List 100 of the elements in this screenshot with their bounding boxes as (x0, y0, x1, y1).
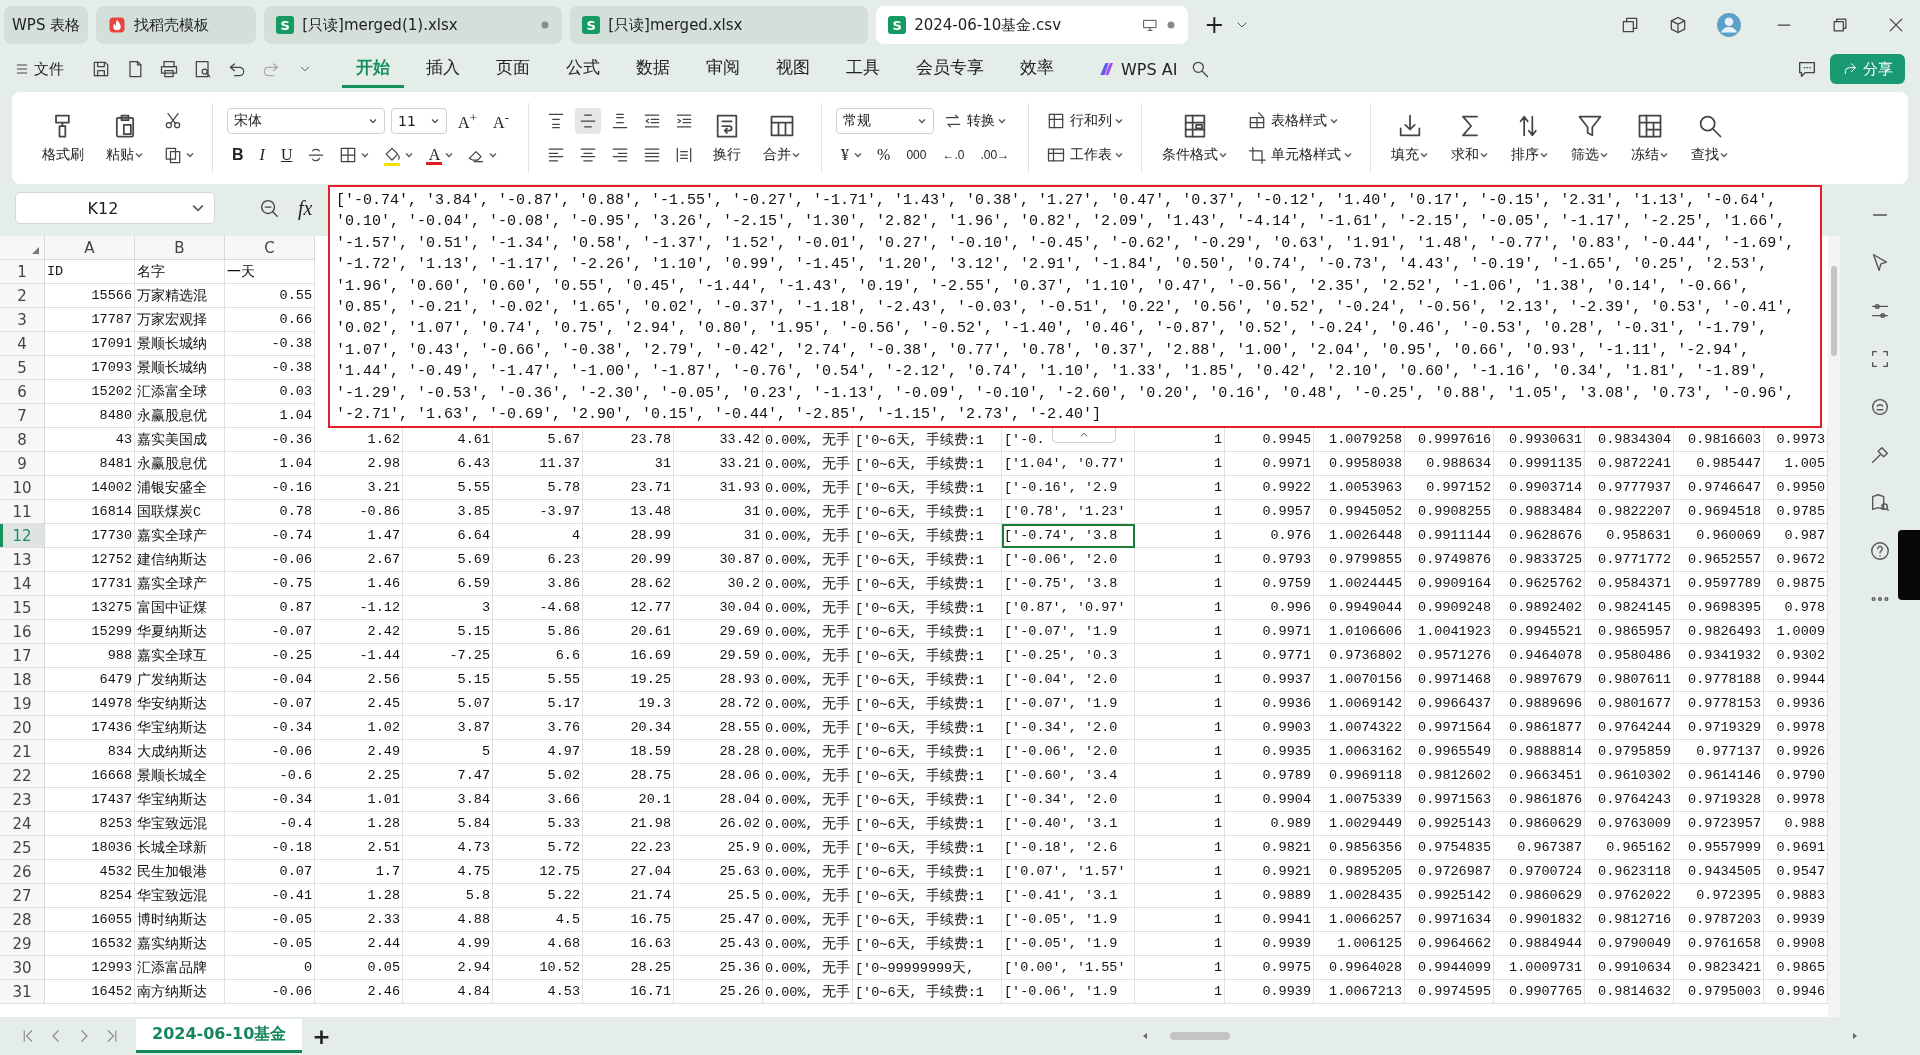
row-number[interactable]: 30 (0, 956, 45, 980)
document-tab[interactable]: S [只读]merged.xlsx (570, 6, 869, 44)
row-number[interactable]: 20 (0, 716, 45, 740)
ribbon-button[interactable]: 合并 (757, 110, 808, 166)
ribbon-button[interactable]: 格式刷 (36, 110, 90, 166)
ribbon-button[interactable]: 条件格式 (1156, 110, 1235, 166)
ribbon-button[interactable]: 粘贴 (100, 110, 150, 166)
toolbar-button[interactable]: 表格样式 (1244, 108, 1343, 134)
column-header[interactable]: A (45, 236, 135, 260)
row-number[interactable]: 4 (0, 332, 45, 356)
print-icon[interactable] (159, 59, 179, 79)
row-number[interactable]: 31 (0, 980, 45, 1004)
ribbon-tab[interactable]: 插入 (412, 50, 474, 88)
row-number[interactable]: 29 (0, 932, 45, 956)
ribbon-button[interactable]: 填充 (1385, 110, 1436, 166)
ribbon-tab[interactable]: 数据 (622, 50, 684, 88)
row-number[interactable]: 28 (0, 908, 45, 932)
function-button[interactable]: fx (298, 196, 313, 220)
ribbon-tab[interactable]: 公式 (552, 50, 614, 88)
toolbar-button[interactable]: A$^{+}$ (453, 108, 483, 134)
row-number[interactable]: 15 (0, 596, 45, 620)
row-number[interactable]: 21 (0, 740, 45, 764)
zoom-out-icon[interactable] (258, 197, 280, 219)
print-preview-icon[interactable] (193, 59, 213, 79)
add-sheet-button[interactable]: + (312, 1023, 331, 1049)
toolbar-button[interactable]: 行和列 (1043, 108, 1128, 134)
toolbar-button[interactable]: 单元格样式 (1244, 142, 1357, 168)
ribbon-button[interactable]: 冻结 (1625, 110, 1676, 166)
document-tab[interactable]: WPS 表格 (4, 6, 89, 44)
select-all-icon[interactable] (30, 245, 40, 255)
row-number[interactable]: 17 (0, 644, 45, 668)
row-number[interactable]: 19 (0, 692, 45, 716)
row-number[interactable]: 2 (0, 284, 45, 308)
row-number[interactable]: 26 (0, 860, 45, 884)
ribbon-tab[interactable]: 审阅 (692, 50, 754, 88)
row-number[interactable]: 8 (0, 428, 45, 452)
row-number[interactable]: 13 (0, 548, 45, 572)
save-icon[interactable] (91, 59, 111, 79)
row-number[interactable]: 3 (0, 308, 45, 332)
ribbon-button[interactable]: 排序 (1505, 110, 1556, 166)
document-tab[interactable]: S [只读]merged(1).xlsx (264, 6, 563, 44)
toolbar-button[interactable]: U (275, 142, 298, 168)
toolbar-button[interactable]: I (254, 142, 270, 168)
ribbon-tab[interactable]: 视图 (762, 50, 824, 88)
column-header[interactable]: B (135, 236, 225, 260)
document-tab[interactable]: S 2024-06-10基金.csv (876, 6, 1189, 44)
sheet-tab[interactable]: 2024-06-10基金 (136, 1019, 303, 1053)
book-search-icon[interactable] (1869, 492, 1891, 514)
toolbar-button[interactable]: B (227, 142, 249, 168)
toolbar-button[interactable]: ←.0 (937, 142, 970, 168)
cube-icon[interactable] (1668, 15, 1688, 35)
ribbon-tab[interactable]: 工具 (832, 50, 894, 88)
frame-corners-icon[interactable] (1869, 348, 1891, 370)
new-tab-button[interactable]: + (1196, 11, 1227, 39)
row-number[interactable]: 1 (0, 260, 45, 284)
dropdown-field[interactable]: 11 (391, 108, 447, 134)
row-number[interactable]: 10 (0, 476, 45, 500)
ribbon-button[interactable]: 查找 (1685, 110, 1736, 166)
toolbar-button[interactable]: 000 (901, 142, 932, 168)
search-icon[interactable] (1190, 59, 1211, 79)
toolbar-button[interactable]: A (423, 142, 458, 168)
ribbon-tab[interactable]: 效率 (1006, 50, 1068, 88)
share-button[interactable]: 分享 (1830, 54, 1905, 84)
row-number[interactable]: 16 (0, 620, 45, 644)
toolbar-button[interactable]: ¥ (836, 142, 867, 168)
toolbar-button[interactable]: 转换 (940, 108, 1011, 134)
restore-windows-icon[interactable] (1620, 15, 1640, 35)
row-number[interactable]: 6 (0, 380, 45, 404)
ribbon-button[interactable]: 求和 (1445, 110, 1496, 166)
ribbon-button[interactable]: 换行 (707, 110, 748, 166)
toolbar-button[interactable]: 工作表 (1043, 142, 1128, 168)
toolbar-button[interactable]: % (872, 142, 896, 168)
name-box[interactable]: K12 (15, 192, 215, 224)
tools-icon[interactable] (1869, 444, 1891, 466)
row-number[interactable]: 7 (0, 404, 45, 428)
help-icon[interactable] (1869, 540, 1891, 562)
row-number[interactable]: 23 (0, 788, 45, 812)
row-number[interactable]: 27 (0, 884, 45, 908)
ribbon-button[interactable]: 筛选 (1565, 110, 1616, 166)
ribbon-tab[interactable]: 会员专享 (902, 50, 998, 88)
row-number[interactable]: 18 (0, 668, 45, 692)
dropdown-field[interactable]: 宋体 (227, 108, 385, 134)
row-number[interactable]: 22 (0, 764, 45, 788)
row-number[interactable]: 25 (0, 836, 45, 860)
toolbar-button[interactable] (575, 108, 602, 134)
head-circle-icon[interactable] (1869, 396, 1891, 418)
wps-ai-button[interactable]: WPS AI (1098, 59, 1178, 79)
ribbon-tab[interactable]: 页面 (482, 50, 544, 88)
row-number[interactable]: 5 (0, 356, 45, 380)
row-number[interactable]: 11 (0, 500, 45, 524)
row-number[interactable]: 14 (0, 572, 45, 596)
row-number[interactable]: 9 (0, 452, 45, 476)
vertical-scrollbar[interactable] (1828, 236, 1840, 1017)
row-number[interactable]: 24 (0, 812, 45, 836)
file-menu[interactable]: 文件 (14, 59, 64, 79)
document-tab[interactable]: 找稻壳模板 (96, 6, 257, 44)
column-header[interactable]: C (225, 236, 315, 260)
dropdown-field[interactable]: 常规 (836, 108, 935, 134)
toolbar-button[interactable]: .00→ (975, 142, 1015, 168)
toolbar-button[interactable]: A$^{-}$ (488, 108, 515, 134)
